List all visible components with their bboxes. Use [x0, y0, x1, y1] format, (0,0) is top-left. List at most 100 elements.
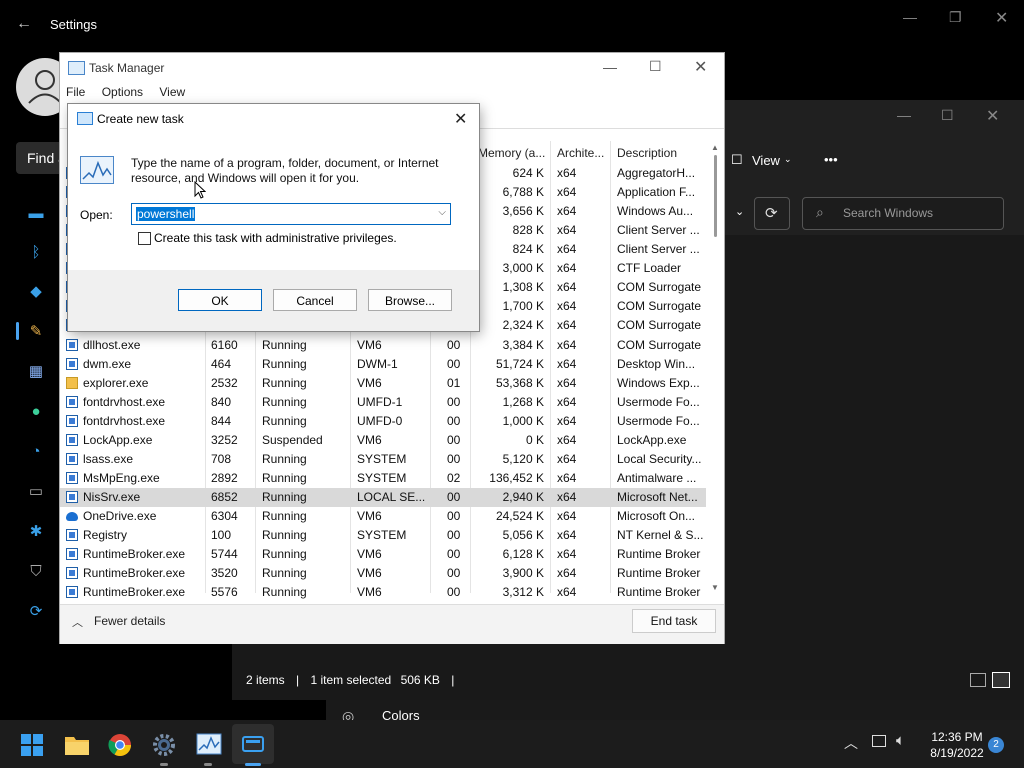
settings-maximize-icon[interactable]: ❐	[949, 9, 962, 26]
table-row[interactable]: OneDrive.exe 6304 Running VM6 00 24,524 K x64 M…	[60, 507, 706, 526]
name-cell: OneDrive.exe	[83, 509, 157, 523]
settings-close-icon[interactable]: ✕	[995, 8, 1008, 28]
clock-time: 12:36 PM	[931, 730, 983, 744]
time-language-icon[interactable]: ◔	[26, 442, 46, 462]
arch-cell: x64	[557, 566, 577, 580]
table-row[interactable]: fontdrvhost.exe 840 Running UMFD-1 00 1,268 K…	[60, 393, 706, 412]
user-cell: SYSTEM	[357, 452, 407, 466]
admin-checkbox-label[interactable]: Create this task with administrative pri…	[154, 231, 397, 245]
fewer-details-button[interactable]: Fewer details	[94, 614, 165, 628]
details-view-icon[interactable]	[970, 673, 986, 687]
process-icon	[66, 472, 78, 484]
start-windows-icon[interactable]	[20, 733, 44, 757]
user-cell: VM6	[357, 566, 382, 580]
table-row[interactable]: NisSrv.exe 6852 Running LOCAL SE... 00 2,940 …	[60, 488, 706, 507]
chevron-down-icon[interactable]: ⌵	[438, 207, 446, 218]
tiles-view-icon[interactable]	[992, 672, 1010, 688]
cancel-button[interactable]: Cancel	[273, 289, 357, 311]
process-icon	[66, 434, 78, 446]
status-cell: Running	[262, 452, 307, 466]
name-cell: RuntimeBroker.exe	[83, 566, 186, 580]
run-taskbar-icon[interactable]	[241, 733, 265, 757]
pid-cell: 100	[211, 528, 232, 542]
cpu-cell: 00	[447, 395, 461, 409]
chevron-up-icon[interactable]: ︿	[72, 614, 83, 630]
table-row[interactable]: fontdrvhost.exe 844 Running UMFD-0 00 1,000 K…	[60, 412, 706, 431]
arch-cell: x64	[557, 471, 577, 485]
taskbar-clock[interactable]: 12:36 PM 8/19/2022	[928, 729, 986, 761]
personalization-icon[interactable]: ✎	[26, 322, 46, 342]
more-options-icon[interactable]: •••	[824, 152, 838, 167]
status-cell: Running	[262, 338, 307, 352]
gaming-icon[interactable]: ▭	[26, 482, 46, 502]
open-label: Open:	[80, 208, 113, 222]
admin-checkbox[interactable]	[138, 232, 151, 245]
table-row[interactable]: dllhost.exe 6160 Running VM6 00 3,384 K x64 COM…	[60, 336, 706, 355]
view-icon[interactable]: ☐	[731, 152, 743, 168]
accounts-icon[interactable]: ●	[26, 402, 46, 422]
chrome-icon[interactable]	[108, 733, 132, 757]
name-cell: fontdrvhost.exe	[83, 395, 166, 409]
accessibility-icon[interactable]: ✱	[26, 522, 46, 542]
system-icon[interactable]: ▬	[26, 204, 46, 224]
tm-scrollbar-thumb[interactable]	[714, 155, 717, 237]
notification-badge[interactable]: 2	[988, 737, 1004, 753]
explorer-maximize-icon[interactable]: ☐	[941, 107, 954, 124]
arch-cell: x64	[557, 509, 577, 523]
cpu-cell: 02	[447, 471, 461, 485]
dialog-close-icon[interactable]: ✕	[454, 109, 467, 129]
settings-back-icon[interactable]: ←	[16, 15, 32, 33]
explorer-status-bar: 2 items | 1 item selected 506 KB |	[246, 673, 454, 687]
view-button[interactable]: View	[752, 153, 780, 168]
dialog-app-icon	[80, 156, 114, 184]
refresh-icon: ⟳	[765, 205, 778, 222]
table-row[interactable]: RuntimeBroker.exe 5744 Running VM6 00 6,128 K…	[60, 545, 706, 564]
privacy-shield-icon[interactable]: ⛉	[26, 562, 46, 582]
windows-update-icon[interactable]: ⟳	[26, 602, 46, 622]
refresh-button[interactable]: ⟳	[754, 197, 790, 230]
status-items: 2 items	[246, 673, 285, 687]
status-cell: Running	[262, 547, 307, 561]
cpu-cell: 00	[447, 433, 461, 447]
explorer-close-icon[interactable]: ✕	[986, 106, 999, 126]
task-manager-taskbar-icon[interactable]	[196, 733, 222, 757]
settings-search-input[interactable]: Find a	[16, 142, 66, 174]
process-icon	[66, 453, 78, 465]
memory-cell: 24,524 K	[495, 509, 544, 523]
volume-icon[interactable]: 🔈︎	[896, 732, 905, 749]
open-input[interactable]: powershell ⌵	[131, 203, 451, 225]
file-explorer-icon[interactable]	[64, 733, 89, 757]
explorer-search-input[interactable]: Search Windows	[802, 197, 1004, 230]
ok-button[interactable]: OK	[178, 289, 262, 311]
settings-gear-icon[interactable]	[152, 733, 176, 757]
network-tray-icon[interactable]	[872, 735, 886, 747]
table-row[interactable]: RuntimeBroker.exe 3520 Running VM6 00 3,900 K…	[60, 564, 706, 583]
chevron-up-icon[interactable]: ︿	[844, 733, 858, 753]
bluetooth-icon[interactable]: ᛒ	[26, 243, 46, 263]
taskbar-active-indicator	[204, 763, 212, 766]
cpu-cell: 00	[447, 452, 461, 466]
scroll-up-icon[interactable]: ▲	[711, 143, 719, 152]
table-row[interactable]: lsass.exe 708 Running SYSTEM 00 5,120 K x64 Loc…	[60, 450, 706, 469]
table-row[interactable]: LockApp.exe 3252 Suspended VM6 00 0 K x64 LockA…	[60, 431, 706, 450]
scroll-down-icon[interactable]: ▼	[711, 583, 719, 592]
open-input-value[interactable]: powershell	[136, 207, 196, 221]
settings-minimize-icon[interactable]: —	[903, 9, 917, 25]
cpu-cell: 01	[447, 376, 461, 390]
table-row[interactable]: explorer.exe 2532 Running VM6 01 53,368 K x64 W…	[60, 374, 706, 393]
explorer-minimize-icon[interactable]: —	[897, 107, 911, 123]
apps-icon[interactable]: ▦	[26, 362, 46, 382]
taskbar-active-indicator	[160, 763, 168, 766]
user-cell: VM6	[357, 585, 382, 599]
table-row[interactable]: RuntimeBroker.exe 5576 Running VM6 00 3,312 K…	[60, 583, 706, 602]
table-row[interactable]: MsMpEng.exe 2892 Running SYSTEM 02 136,452 K x…	[60, 469, 706, 488]
end-task-button[interactable]: End task	[632, 609, 716, 633]
network-icon[interactable]: ◆	[26, 282, 46, 302]
pid-cell: 3252	[211, 433, 238, 447]
table-row[interactable]: Registry 100 Running SYSTEM 00 5,056 K x64 NT K…	[60, 526, 706, 545]
name-cell: fontdrvhost.exe	[83, 414, 166, 428]
address-chevron-icon[interactable]: ⌄	[735, 205, 744, 218]
browse-button[interactable]: Browse...	[368, 289, 452, 311]
cpu-cell: 00	[447, 547, 461, 561]
table-row[interactable]: dwm.exe 464 Running DWM-1 00 51,724 K x64 Deskt…	[60, 355, 706, 374]
